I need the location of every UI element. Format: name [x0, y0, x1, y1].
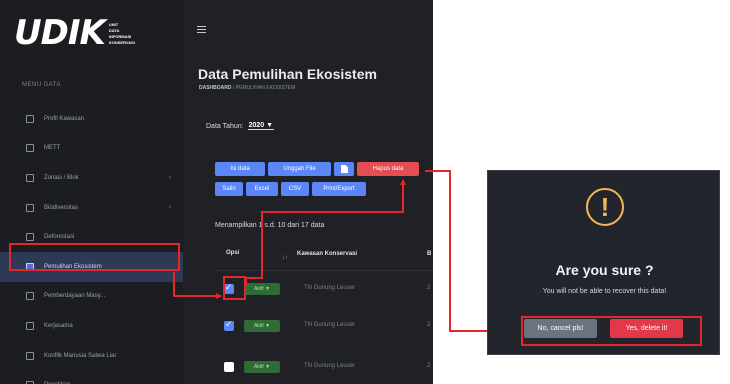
next-column-cell: 2 [427, 285, 431, 291]
grid-icon [26, 351, 34, 360]
app-screenshot: UDIK UNIT DATA INFORMASI KONSERVASI MENU… [0, 0, 433, 384]
sort-icon[interactable]: ↓↑ [282, 255, 288, 261]
table-info: Menampilkan 1 s.d. 10 dari 17 data [215, 222, 325, 229]
grid-icon [26, 173, 34, 182]
highlight-checkbox [223, 276, 246, 300]
column-header-next[interactable]: B [427, 251, 431, 257]
kawasan-cell: TN Gunung Leuser [304, 363, 356, 369]
print-export-button[interactable]: Print/Export [312, 182, 366, 196]
table-row: Aktif ▼ TN Gunung Leuser 2 [214, 281, 433, 301]
delete-data-button[interactable]: Hapus data [357, 162, 419, 176]
upload-file-button[interactable]: Unggah File [268, 162, 331, 176]
highlight-dialog-buttons [521, 316, 702, 346]
excel-button[interactable]: Excel [246, 182, 278, 196]
column-header-opsi[interactable]: Opsi [226, 250, 239, 256]
sidebar-item-label: Zonasi / Blok [44, 174, 79, 181]
breadcrumb-home[interactable]: DASHBOARD [199, 85, 232, 91]
sidebar-item-label: Profil Kawasan [44, 115, 85, 122]
logo-sub-line: UNIT [108, 21, 119, 27]
page-title: Data Pemulihan Ekosistem [198, 66, 377, 82]
status-dropdown[interactable]: Aktif ▼ [244, 283, 280, 295]
grid-icon [26, 114, 34, 123]
logo-subtitle: UNIT DATA INFORMASI KONSERVASI [109, 22, 135, 45]
sidebar-item[interactable]: Konflik Manusia Satwa Liar [0, 341, 183, 371]
tutorial-figure: UDIK UNIT DATA INFORMASI KONSERVASI MENU… [0, 0, 730, 384]
sidebar-item-label: Kerjasama [44, 322, 73, 329]
kawasan-cell: TN Gunung Leuser [304, 322, 356, 328]
sidebar: UDIK UNIT DATA INFORMASI KONSERVASI MENU… [0, 0, 183, 384]
logo-sub-line: KONSERVASI [108, 39, 135, 45]
grid-icon [26, 321, 34, 330]
year-filter-label: Data Tahun: [206, 122, 244, 130]
warning-icon: ! [586, 188, 624, 226]
breadcrumb-separator: / [232, 85, 235, 91]
csv-button[interactable]: CSV [281, 182, 309, 196]
hamburger-menu-icon[interactable] [197, 26, 206, 33]
sidebar-item[interactable]: Pemberdayaan Masy... [0, 282, 183, 312]
sidebar-item-label: Deforestasi [44, 234, 75, 241]
sidebar-item-label: METT [44, 145, 61, 152]
status-dropdown[interactable]: Aktif ▼ [244, 320, 280, 332]
kawasan-cell: TN Gunung Leuser [304, 285, 356, 291]
grid-icon [26, 233, 34, 242]
table-row: Aktif ▼ TN Gunung Leuser 2 [214, 359, 433, 379]
sidebar-item-label: Pemberdayaan Masy... [44, 293, 106, 300]
dialog-title: Are you sure ? [555, 262, 654, 278]
chevron-right-icon: › [168, 204, 171, 212]
next-column-cell: 2 [427, 322, 431, 328]
row-checkbox[interactable] [224, 362, 234, 372]
highlight-menu-item [9, 243, 180, 271]
menu-header: MENU DATA [22, 82, 61, 88]
column-header-kawasan[interactable]: Kawasan Konservasi [297, 251, 357, 257]
logo-sub-line: DATA [108, 27, 120, 33]
sidebar-item[interactable]: Biodiversitas › [0, 193, 183, 223]
logo-word: UDIK [14, 13, 106, 53]
logo[interactable]: UDIK UNIT DATA INFORMASI KONSERVASI [14, 16, 135, 50]
grid-icon [26, 144, 34, 153]
year-select[interactable]: 2020 ▼ [247, 122, 275, 130]
document-icon [340, 165, 348, 173]
document-button[interactable] [334, 162, 354, 176]
sidebar-item-label: Konflik Manusia Satwa Liar [44, 352, 117, 359]
row-checkbox[interactable] [224, 319, 234, 331]
breadcrumb: DASHBOARD / PEMULIHAN EKOSISTEM [199, 85, 295, 91]
breadcrumb-current: PEMULIHAN EKOSISTEM [235, 85, 296, 91]
sidebar-item[interactable]: Penelitian [0, 370, 183, 384]
logo-sub-line: INFORMASI [108, 33, 132, 39]
dialog-text: You will not be able to recover this dat… [542, 288, 667, 295]
chevron-right-icon: › [168, 174, 171, 182]
add-data-button[interactable]: Isi data [215, 162, 265, 176]
sidebar-item[interactable]: METT [0, 134, 183, 164]
grid-icon [26, 203, 34, 212]
table-divider [214, 270, 433, 271]
grid-icon [26, 292, 34, 301]
status-dropdown[interactable]: Aktif ▼ [244, 361, 280, 373]
sidebar-item[interactable]: Zonasi / Blok › [0, 163, 183, 193]
sidebar-item[interactable]: Profil Kawasan [0, 104, 183, 134]
next-column-cell: 2 [427, 363, 431, 369]
copy-button[interactable]: Salin [215, 182, 243, 196]
table-row: Aktif ▼ TN Gunung Leuser 2 [214, 318, 433, 338]
sidebar-item[interactable]: Kerjasama [0, 311, 183, 341]
sidebar-item-label: Biodiversitas [44, 204, 79, 211]
year-filter: Data Tahun: 2020 ▼ [206, 122, 275, 130]
